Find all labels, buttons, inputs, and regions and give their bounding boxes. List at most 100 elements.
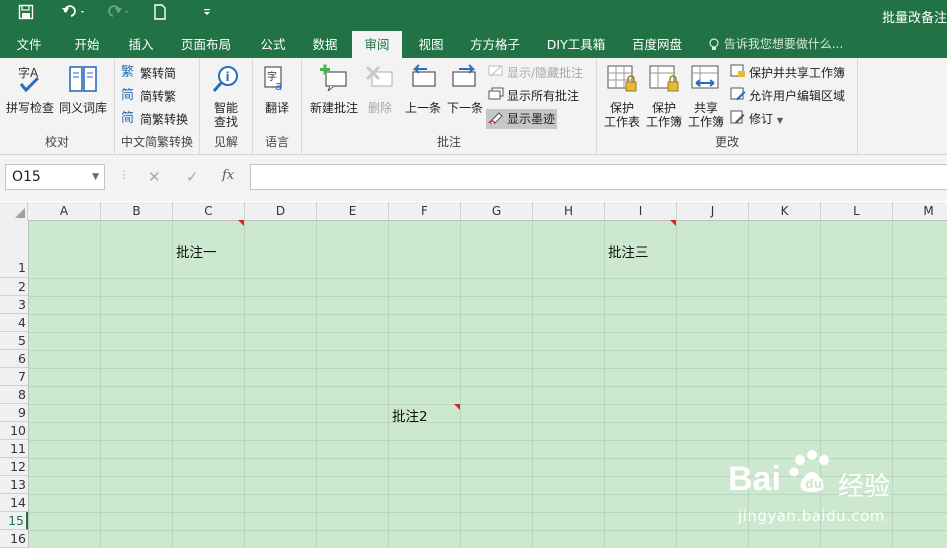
chinese-convert-button[interactable]: 简简繁转换 xyxy=(121,109,188,129)
track-changes-label: 修订 xyxy=(749,112,774,126)
row-header-14[interactable]: 14 xyxy=(0,494,28,512)
chevron-down-icon[interactable]: ▼ xyxy=(92,165,99,189)
customize-qat-icon[interactable] xyxy=(202,4,212,26)
smart-lookup-button[interactable]: i 智能 查找 xyxy=(202,64,250,129)
column-header-j[interactable]: J xyxy=(677,202,749,220)
translate-button[interactable]: 字a 翻译 xyxy=(255,64,299,115)
row-header-12[interactable]: 12 xyxy=(0,458,28,476)
previous-comment-button[interactable]: 上一条 xyxy=(402,64,444,115)
ribbon-review: 字A 拼写检查 同义词库 校对 繁繁转简 简简转繁 简简繁转换 中文简繁转换 i xyxy=(0,58,947,155)
row-header-8[interactable]: 8 xyxy=(0,386,28,404)
convert-icon: 简 xyxy=(121,109,137,131)
tab-diy-toolbox[interactable]: DIY工具箱 xyxy=(540,31,612,58)
row-header-11[interactable]: 11 xyxy=(0,440,28,458)
select-all-corner[interactable] xyxy=(0,202,28,220)
row-headers: 1 2 3 4 5 6 7 8 9 10 11 12 13 14 15 16 xyxy=(0,220,29,548)
group-changes: 保护 工作表 保护 工作簿 共享 工作簿 保护并共享工作簿 允许用户编辑区域 修… xyxy=(597,58,858,154)
cell-f9[interactable]: 批注2 xyxy=(392,405,428,425)
tab-insert[interactable]: 插入 xyxy=(118,31,164,58)
tab-baidu-netdisk[interactable]: 百度网盘 xyxy=(624,31,690,58)
protect-workbook-button[interactable]: 保护 工作簿 xyxy=(643,64,685,129)
svg-text:du: du xyxy=(805,477,822,491)
lightbulb-icon xyxy=(708,37,724,51)
tab-view[interactable]: 视图 xyxy=(408,31,454,58)
spelling-button[interactable]: 字A 拼写检查 xyxy=(4,64,56,115)
show-all-comments-button[interactable]: 显示所有批注 xyxy=(488,86,579,106)
worksheet-grid[interactable]: A B C D E F G H I J K L M 1 2 3 4 5 6 7 … xyxy=(0,202,947,548)
protect-share-icon xyxy=(730,64,746,84)
column-header-i[interactable]: I xyxy=(605,202,677,220)
tab-review[interactable]: 审阅 xyxy=(352,31,402,58)
protect-sheet-button[interactable]: 保护 工作表 xyxy=(601,64,643,129)
splitter-dots-icon[interactable]: ⋮ xyxy=(119,170,129,181)
column-header-d[interactable]: D xyxy=(245,202,317,220)
window-title: 批量改备注 xyxy=(881,11,947,26)
tell-me-search[interactable]: 告诉我您想要做什么... xyxy=(708,31,843,58)
trad-to-simp-icon: 繁 xyxy=(121,63,137,85)
tab-formulas[interactable]: 公式 xyxy=(250,31,296,58)
row-header-13[interactable]: 13 xyxy=(0,476,28,494)
cell-c1[interactable]: 批注一 xyxy=(176,241,217,261)
simp-to-trad-button[interactable]: 简简转繁 xyxy=(121,86,176,106)
formula-input[interactable] xyxy=(250,164,947,190)
protect-sheet-label-2: 工作表 xyxy=(603,115,640,129)
new-comment-button[interactable]: 新建批注 xyxy=(306,64,362,115)
column-header-e[interactable]: E xyxy=(317,202,389,220)
simp-to-trad-icon: 简 xyxy=(121,86,137,108)
tab-file[interactable]: 文件 xyxy=(6,31,52,58)
column-header-k[interactable]: K xyxy=(749,202,821,220)
column-header-m[interactable]: M xyxy=(893,202,947,220)
tab-page-layout[interactable]: 页面布局 xyxy=(174,31,238,58)
new-comment-icon xyxy=(306,64,362,97)
watermark-url: jingyan.baidu.com xyxy=(738,507,885,525)
tab-data[interactable]: 数据 xyxy=(302,31,348,58)
svg-text:字A: 字A xyxy=(18,65,39,80)
allow-edit-ranges-button[interactable]: 允许用户编辑区域 xyxy=(730,86,845,106)
column-header-b[interactable]: B xyxy=(101,202,173,220)
group-label: 见解 xyxy=(213,135,238,149)
column-header-f[interactable]: F xyxy=(389,202,461,220)
row-header-15[interactable]: 15 xyxy=(0,512,28,530)
row-header-16[interactable]: 16 xyxy=(0,530,28,548)
redo-icon xyxy=(104,4,130,26)
share-workbook-button[interactable]: 共享 工作簿 xyxy=(685,64,727,129)
save-icon[interactable] xyxy=(18,4,34,26)
new-file-icon[interactable] xyxy=(153,4,167,26)
column-header-c[interactable]: C xyxy=(173,202,245,220)
trad-to-simp-button[interactable]: 繁繁转简 xyxy=(121,63,176,83)
show-ink-button[interactable]: 显示墨迹 xyxy=(486,109,558,129)
column-header-h[interactable]: H xyxy=(533,202,605,220)
formula-bar: O15 ▼ ⋮ ✕ ✓ fx xyxy=(0,155,947,201)
tab-home[interactable]: 开始 xyxy=(64,31,110,58)
next-comment-label: 下一条 xyxy=(446,101,483,115)
group-label: 语言 xyxy=(264,135,289,149)
share-workbook-icon xyxy=(685,64,727,97)
tab-fangfang[interactable]: 方方格子 xyxy=(462,31,528,58)
undo-icon[interactable] xyxy=(60,4,86,26)
row-header-2[interactable]: 2 xyxy=(0,278,28,296)
protect-share-label: 保护并共享工作簿 xyxy=(749,66,846,80)
cell-i1[interactable]: 批注三 xyxy=(608,241,649,261)
next-comment-button[interactable]: 下一条 xyxy=(444,64,486,115)
name-box[interactable]: O15 ▼ xyxy=(5,164,105,190)
column-header-l[interactable]: L xyxy=(821,202,893,220)
insert-function-icon[interactable]: fx xyxy=(222,168,234,183)
row-header-3[interactable]: 3 xyxy=(0,296,28,314)
track-changes-button[interactable]: 修订 ▼ xyxy=(730,109,783,129)
row-header-4[interactable]: 4 xyxy=(0,314,28,332)
row-header-10[interactable]: 10 xyxy=(0,422,28,440)
row-header-5[interactable]: 5 xyxy=(0,332,28,350)
column-header-g[interactable]: G xyxy=(461,202,533,220)
show-hide-comment-icon xyxy=(488,64,504,84)
row-header-7[interactable]: 7 xyxy=(0,368,28,386)
protect-workbook-label-1: 保护 xyxy=(651,101,676,115)
column-header-a[interactable]: A xyxy=(28,202,101,220)
row-header-6[interactable]: 6 xyxy=(0,350,28,368)
protect-sheet-icon xyxy=(601,64,643,97)
row-header-9[interactable]: 9 xyxy=(0,404,28,422)
row-header-1[interactable]: 1 xyxy=(0,220,28,278)
watermark-brand: Bai xyxy=(728,460,781,498)
show-ink-label: 显示墨迹 xyxy=(507,112,556,126)
thesaurus-button[interactable]: 同义词库 xyxy=(56,64,110,115)
protect-share-workbook-button[interactable]: 保护并共享工作簿 xyxy=(730,63,845,83)
